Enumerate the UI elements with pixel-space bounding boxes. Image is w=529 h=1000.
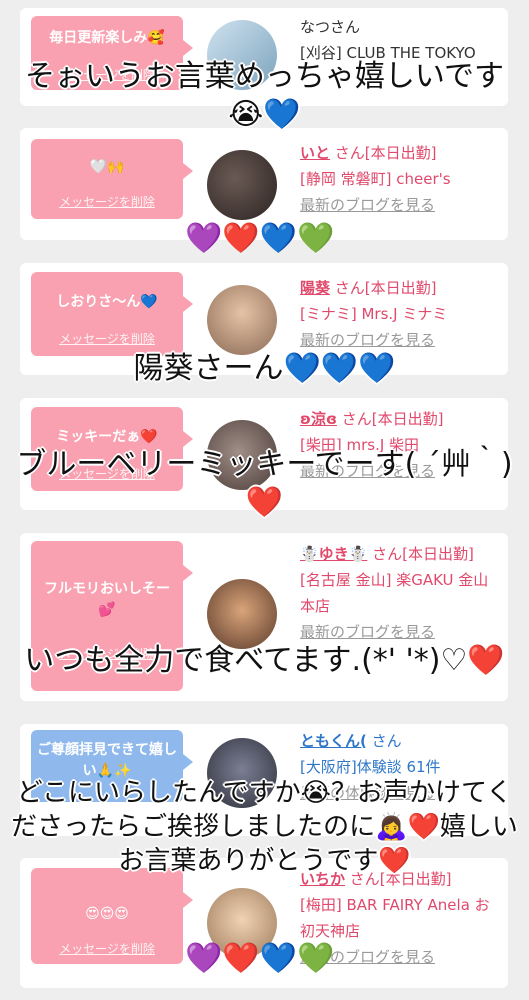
shop-name[interactable]: [柴田] mrs.J 柴田 [300,432,500,458]
message-card: フルモリおいしそー💕 メッセージを削除 ☃️ゆき☃️ さん[本日出勤] [名古屋… [20,533,508,701]
blog-link[interactable]: 最新のブログを見る [300,327,500,353]
status-text: さん[本日出勤] [341,410,444,428]
blog-link[interactable]: 最新のブログを見る [300,458,500,484]
cast-info: ☃️ゆき☃️ さん[本日出勤] [名古屋 金山] 楽GAKU 金山本店 最新のブ… [300,541,500,645]
cast-info: いと さん[本日出勤] [静岡 常磐町] cheer's 最新のブログを見る [300,140,500,218]
cast-info: ʚ涼ɞ さん[本日出勤] [柴田] mrs.J 柴田 最新のブログを見る [300,406,500,484]
message-card: しおりさ～ん💙 メッセージを削除 陽葵 さん[本日出勤] [ミナミ] Mrs.J… [20,263,508,375]
avatar[interactable] [207,150,277,220]
status-text: さん [371,732,402,750]
message-text: 🤍🙌 [89,159,125,175]
message-text: 😍😍😍 [85,906,129,922]
message-text: フルモリおいしそー💕 [44,581,170,618]
avatar[interactable] [207,579,277,649]
message-card: ミッキーだぁ❤️ メッセージを削除 ʚ涼ɞ さん[本日出勤] [柴田] mrs.… [20,398,508,510]
shop-name[interactable]: [ミナミ] Mrs.J ミナミ [300,301,500,327]
cast-name[interactable]: ☃️ゆき☃️ [300,545,367,563]
avatar[interactable] [207,738,277,808]
cast-name[interactable]: ともくん( [300,732,367,750]
cast-name[interactable]: ʚ涼ɞ [300,410,337,428]
cast-info: 陽葵 さん[本日出勤] [ミナミ] Mrs.J ミナミ 最新のブログを見る [300,275,500,353]
heart-emoji-row: 💜❤️💙💚 [185,941,335,976]
avatar[interactable] [207,285,277,355]
shop-name[interactable]: [名古屋 金山] 楽GAKU 金山本店 [300,567,500,619]
cast-name[interactable]: いちか [300,870,345,888]
delete-message-link[interactable]: メッセージを削除 [31,330,183,347]
avatar[interactable] [207,20,277,90]
message-text: ミッキーだぁ❤️ [56,429,158,445]
avatar[interactable] [207,420,277,490]
message-bubble: ミッキーだぁ❤️ メッセージを削除 [31,407,193,491]
cast-info: ともくん( さん [大阪府]体験談 61件 最新の体験談を見る [300,728,500,806]
shop-name[interactable]: [梅田] BAR FAIRY Anela お初天神店 [300,892,500,944]
message-bubble: 毎日更新楽しみ🥰 メッセージを削除 [31,16,193,90]
message-bubble: ご尊顔拝見できて嬉しい🙏✨ [31,730,193,802]
message-bubble: 🤍🙌 メッセージを削除 [31,139,193,219]
shop-name[interactable]: [刈谷] CLUB THE TOKYO [300,40,500,66]
delete-message-link[interactable]: メッセージを削除 [31,645,183,662]
review-link[interactable]: 最新の体験談を見る [300,780,500,806]
delete-message-link[interactable]: メッセージを削除 [31,465,183,482]
status-text: さん[本日出勤] [372,545,474,563]
heart-emoji-row: 💜❤️💙💚 [185,221,335,256]
message-text: しおりさ～ん💙 [56,294,158,310]
message-bubble: しおりさ～ん💙 メッセージを削除 [31,272,193,356]
cast-name[interactable]: いと [300,144,330,162]
cast-name[interactable]: なつさん [300,14,500,40]
message-card: ご尊顔拝見できて嬉しい🙏✨ ともくん( さん [大阪府]体験談 61件 最新の体… [20,724,508,836]
delete-message-link[interactable]: メッセージを削除 [31,940,183,957]
delete-message-link[interactable]: メッセージを削除 [31,66,183,83]
message-bubble: 😍😍😍 メッセージを削除 [31,868,193,964]
status-text: さん[本日出勤] [349,870,452,888]
message-text: 毎日更新楽しみ🥰 [49,30,165,46]
blog-link[interactable]: 最新のブログを見る [300,192,500,218]
message-bubble: フルモリおいしそー💕 メッセージを削除 [31,541,193,691]
status-text: さん[本日出勤] [334,144,437,162]
shop-name[interactable]: [静岡 常磐町] cheer's [300,166,500,192]
message-text: ご尊顔拝見できて嬉しい🙏✨ [37,742,177,779]
message-card: 毎日更新楽しみ🥰 メッセージを削除 なつさん [刈谷] CLUB THE TOK… [20,8,508,106]
cast-name[interactable]: 陽葵 [300,279,330,297]
shop-name[interactable]: [大阪府]体験談 61件 [300,754,500,780]
delete-message-link[interactable]: メッセージを削除 [31,193,183,210]
blog-link[interactable]: 最新のブログを見る [300,619,500,645]
status-text: さん[本日出勤] [334,279,437,297]
cast-info: なつさん [刈谷] CLUB THE TOKYO [300,14,500,66]
